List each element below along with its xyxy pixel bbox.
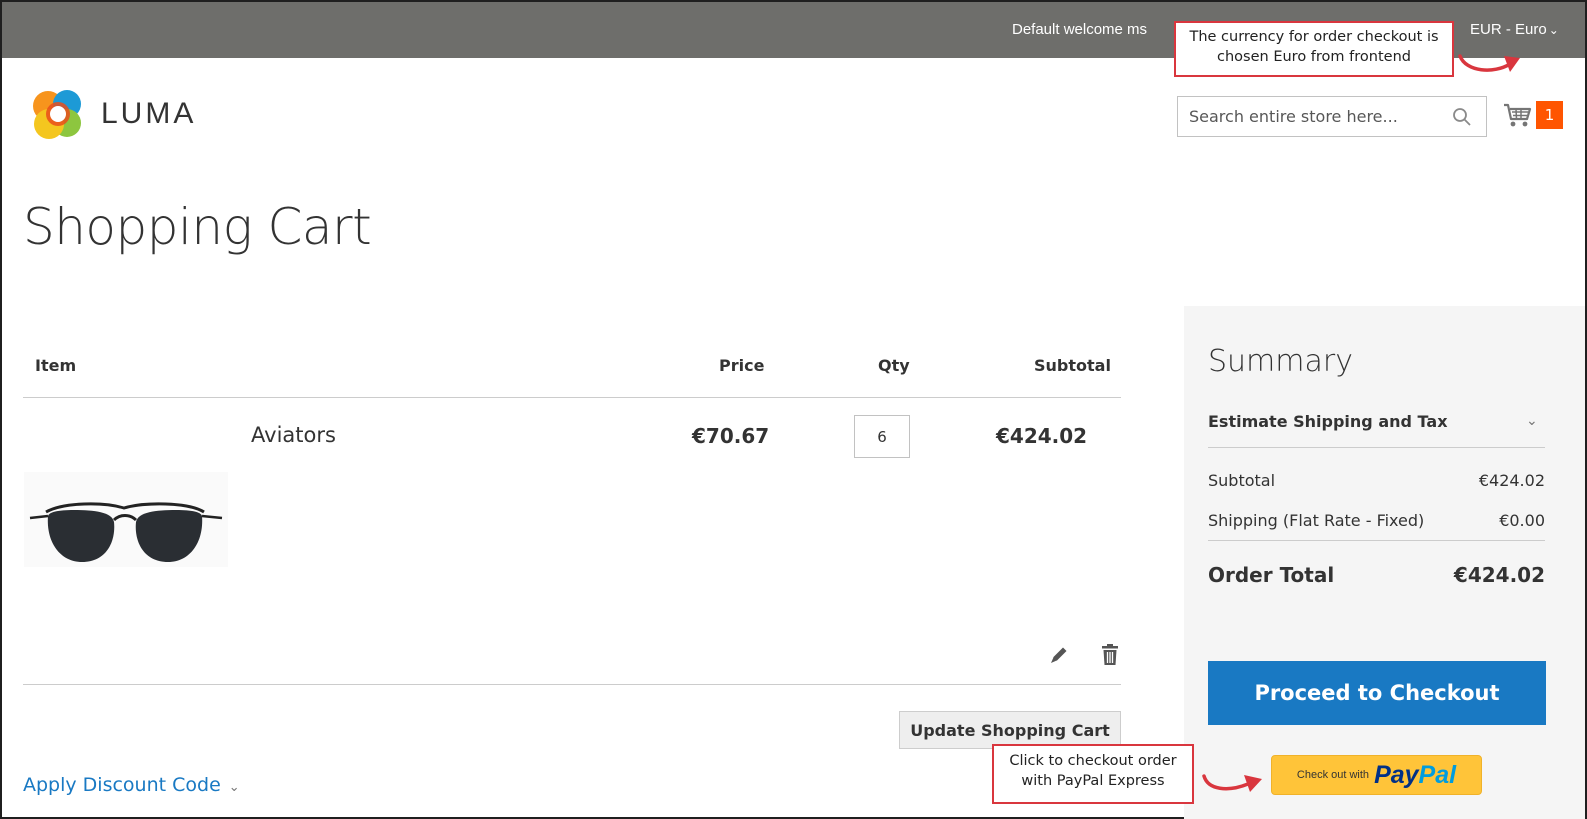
- currency-annotation-callout: The currency for order checkout is chose…: [1174, 21, 1454, 77]
- estimate-shipping-toggle[interactable]: Estimate Shipping and Tax: [1208, 412, 1448, 431]
- summary-divider: [1208, 540, 1545, 541]
- order-total-value: €424.02: [1453, 563, 1545, 587]
- paypal-logo-pay: Pay: [1374, 760, 1419, 789]
- product-image[interactable]: [24, 472, 228, 567]
- welcome-message: Default welcome ms: [1012, 21, 1148, 38]
- page-title: Shopping Cart: [23, 198, 372, 256]
- chevron-down-icon: ⌄: [1548, 23, 1559, 37]
- edit-icon[interactable]: [1048, 644, 1070, 666]
- currency-switcher[interactable]: EUR - Euro ⌄: [1470, 21, 1559, 38]
- order-total-label: Order Total: [1208, 563, 1335, 587]
- quantity-input[interactable]: [854, 415, 910, 458]
- store-logo[interactable]: LUMA: [29, 85, 196, 143]
- annotation-arrow-icon: [1202, 774, 1262, 792]
- shipping-value: €0.00: [1499, 511, 1545, 530]
- paypal-checkout-button[interactable]: Check out with Pay Pal: [1271, 755, 1482, 795]
- search-icon[interactable]: [1452, 107, 1472, 127]
- table-divider: [23, 684, 1121, 685]
- trash-icon[interactable]: [1100, 643, 1120, 667]
- search-box: [1177, 96, 1487, 137]
- paypal-annotation-callout: Click to checkout order with PayPal Expr…: [992, 744, 1194, 804]
- table-divider: [23, 397, 1121, 398]
- cart-icon[interactable]: [1502, 101, 1532, 129]
- column-header-item: Item: [35, 356, 77, 375]
- order-summary-panel: Summary Estimate Shipping and Tax ⌄ Subt…: [1184, 306, 1585, 819]
- product-name-link[interactable]: Aviators: [251, 423, 336, 447]
- paypal-small-text: Check out with: [1296, 769, 1370, 781]
- annotation-arrow-icon: [1458, 54, 1520, 72]
- subtotal-label: Subtotal: [1208, 471, 1276, 490]
- luma-logo-icon: [33, 90, 81, 139]
- column-header-qty: Qty: [878, 356, 910, 375]
- search-input[interactable]: [1178, 97, 1438, 136]
- product-subtotal: €424.02: [996, 424, 1088, 448]
- proceed-to-checkout-button[interactable]: Proceed to Checkout: [1208, 661, 1546, 725]
- product-price: €70.67: [692, 424, 770, 448]
- column-header-subtotal: Subtotal: [1034, 356, 1111, 375]
- apply-discount-toggle[interactable]: Apply Discount Code ⌄: [23, 774, 240, 796]
- logo-text: LUMA: [101, 97, 197, 130]
- paypal-logo-pal: Pal: [1418, 760, 1457, 789]
- apply-discount-label: Apply Discount Code: [23, 774, 221, 796]
- chevron-down-icon[interactable]: ⌄: [1526, 412, 1538, 429]
- cart-count-badge[interactable]: 1: [1536, 101, 1563, 129]
- subtotal-value: €424.02: [1478, 471, 1545, 490]
- chevron-down-icon: ⌄: [228, 780, 240, 795]
- summary-divider: [1208, 447, 1545, 448]
- currency-label: EUR - Euro: [1470, 21, 1547, 38]
- summary-title: Summary: [1208, 344, 1353, 379]
- shipping-label: Shipping (Flat Rate - Fixed): [1208, 511, 1425, 530]
- column-header-price: Price: [719, 356, 765, 375]
